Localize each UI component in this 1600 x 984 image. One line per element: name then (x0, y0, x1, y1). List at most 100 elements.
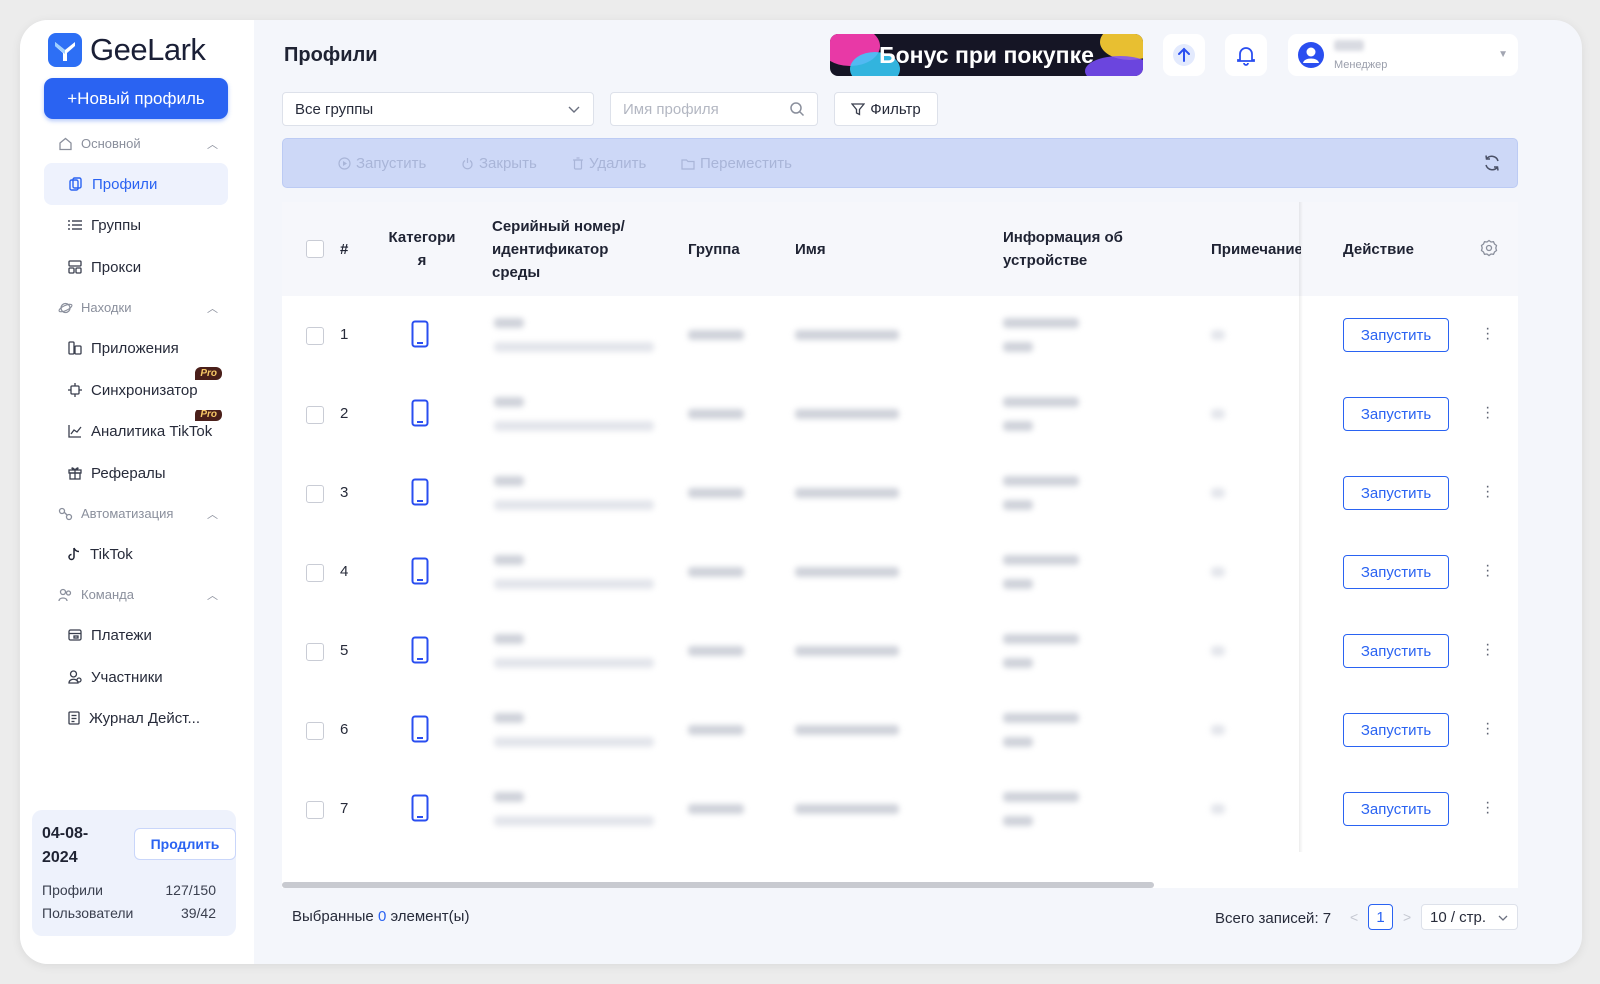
start-button[interactable]: Запустить (1343, 476, 1449, 510)
table-row[interactable]: 7 Запустить · · · (282, 770, 1518, 849)
start-button[interactable]: Запустить (1343, 397, 1449, 431)
filter-button-label: Фильтр (870, 100, 921, 118)
plan-row-users: Пользователи 39/42 (42, 905, 216, 921)
row-checkbox[interactable] (306, 643, 324, 661)
col-serial: Серийный номер/ идентификатор среды (492, 218, 625, 281)
sidebar-item-payments[interactable]: Платежи (44, 614, 228, 656)
table-row[interactable]: 6 Запустить · · · (282, 691, 1518, 770)
prev-page-icon[interactable]: < (1350, 909, 1358, 925)
select-all-checkbox[interactable] (306, 240, 324, 258)
table-row[interactable]: 4 Запустить · · · (282, 533, 1518, 612)
section-team[interactable]: Команда ︿ (58, 587, 218, 602)
section-finds[interactable]: Находки ︿ (58, 300, 218, 315)
col-group: Группа (688, 241, 740, 258)
sidebar-item-label: Синхронизатор (91, 381, 198, 399)
log-icon (68, 711, 80, 725)
bulk-move-button[interactable]: Переместить (681, 155, 792, 172)
sidebar-item-profiles[interactable]: Профили (44, 163, 228, 205)
sidebar-item-proxy[interactable]: Прокси (44, 246, 228, 288)
table-row[interactable]: 2 Запустить · · · (282, 375, 1518, 454)
sidebar-item-tiktok[interactable]: TikTok (44, 533, 228, 575)
row-number: 7 (340, 800, 349, 817)
bulk-start-button[interactable]: Запустить (338, 155, 426, 172)
page-title: Профили (284, 44, 378, 66)
col-num: # (340, 241, 349, 258)
more-options-icon[interactable]: · · · (1485, 637, 1490, 663)
horizontal-scrollbar[interactable] (282, 882, 1154, 888)
more-options-icon[interactable]: · · · (1485, 795, 1490, 821)
table-row[interactable]: 5 Запустить · · · (282, 612, 1518, 691)
notifications-button[interactable] (1225, 34, 1267, 76)
table-row[interactable]: 3 Запустить · · · (282, 454, 1518, 533)
plan-row-label: Пользователи (42, 905, 134, 921)
sidebar-item-action-log[interactable]: Журнал Дейст... (44, 697, 228, 739)
refresh-icon[interactable] (1483, 154, 1501, 172)
section-main[interactable]: Основной ︿ (58, 136, 218, 151)
user-menu[interactable]: Менеджер ▼ (1288, 34, 1518, 76)
chevron-up-icon: ︿ (207, 509, 218, 521)
redacted-group (688, 646, 744, 656)
start-button[interactable]: Запустить (1343, 555, 1449, 589)
bulk-close-button[interactable]: Закрыть (461, 155, 537, 172)
profiles-table: # Категори я Серийный номер/ идентификат… (282, 202, 1518, 888)
redacted-serial (494, 397, 524, 407)
card-icon (68, 629, 82, 641)
sidebar-item-label: Платежи (91, 626, 152, 644)
redacted-note (1211, 567, 1225, 577)
start-button[interactable]: Запустить (1343, 318, 1449, 352)
settings-gear-icon[interactable] (1480, 239, 1498, 257)
row-checkbox[interactable] (306, 406, 324, 424)
sidebar-item-members[interactable]: Участники (44, 656, 228, 698)
row-checkbox[interactable] (306, 801, 324, 819)
promo-banner[interactable]: Бонус при покупке (830, 34, 1143, 76)
row-number: 4 (340, 563, 349, 580)
section-automation[interactable]: Автоматизация ︿ (58, 506, 218, 521)
page-number-current[interactable]: 1 (1368, 904, 1393, 930)
selection-prefix: Выбранные (292, 908, 374, 925)
more-options-icon[interactable]: · · · (1485, 400, 1490, 426)
new-profile-label: +Новый профиль (67, 88, 205, 108)
pro-badge: Pro (195, 410, 222, 421)
total-records: Всего записей: 7 (1215, 910, 1332, 927)
group-select[interactable]: Все группы (282, 92, 594, 126)
redacted-device-info (1003, 634, 1079, 644)
sidebar-item-referrals[interactable]: Рефералы (44, 452, 228, 494)
table-row[interactable]: 1 Запустить · · · (282, 296, 1518, 375)
row-checkbox[interactable] (306, 722, 324, 740)
start-button[interactable]: Запустить (1343, 713, 1449, 747)
more-options-icon[interactable]: · · · (1485, 558, 1490, 584)
sidebar-item-synchronizer[interactable]: Синхронизатор Pro (44, 367, 228, 411)
sticky-column-shadow (1299, 202, 1303, 852)
bell-icon (1237, 47, 1255, 66)
new-profile-button[interactable]: +Новый профиль (44, 78, 228, 119)
more-options-icon[interactable]: · · · (1485, 479, 1490, 505)
bulk-delete-button[interactable]: Удалить (572, 155, 646, 172)
redacted-group (688, 330, 744, 340)
redacted-device-info (1003, 421, 1033, 431)
geelark-logo-icon (48, 33, 82, 67)
filter-button[interactable]: Фильтр (834, 92, 938, 126)
sidebar-item-apps[interactable]: Приложения (44, 327, 228, 369)
profile-search[interactable] (610, 92, 818, 126)
redacted-device-info (1003, 555, 1079, 565)
phone-icon (411, 399, 429, 427)
sync-icon (68, 383, 82, 397)
sidebar-item-groups[interactable]: Группы (44, 204, 228, 246)
bulk-move-label: Переместить (700, 155, 792, 172)
upload-button[interactable] (1163, 34, 1205, 76)
extend-button[interactable]: Продлить (134, 828, 236, 860)
more-options-icon[interactable]: · · · (1485, 716, 1490, 742)
sidebar-item-tiktok-analytics[interactable]: Аналитика TikTok Pro (44, 410, 228, 452)
page-size-select[interactable]: 10 / стр. (1421, 904, 1518, 930)
start-button[interactable]: Запустить (1343, 792, 1449, 826)
next-page-icon[interactable]: > (1403, 909, 1411, 925)
more-options-icon[interactable]: · · · (1485, 321, 1490, 347)
row-checkbox[interactable] (306, 327, 324, 345)
row-checkbox[interactable] (306, 485, 324, 503)
start-button[interactable]: Запустить (1343, 634, 1449, 668)
row-checkbox[interactable] (306, 564, 324, 582)
redacted-env-id (494, 421, 654, 431)
search-icon (790, 102, 805, 117)
phone-icon (411, 478, 429, 506)
search-input[interactable] (623, 93, 783, 125)
